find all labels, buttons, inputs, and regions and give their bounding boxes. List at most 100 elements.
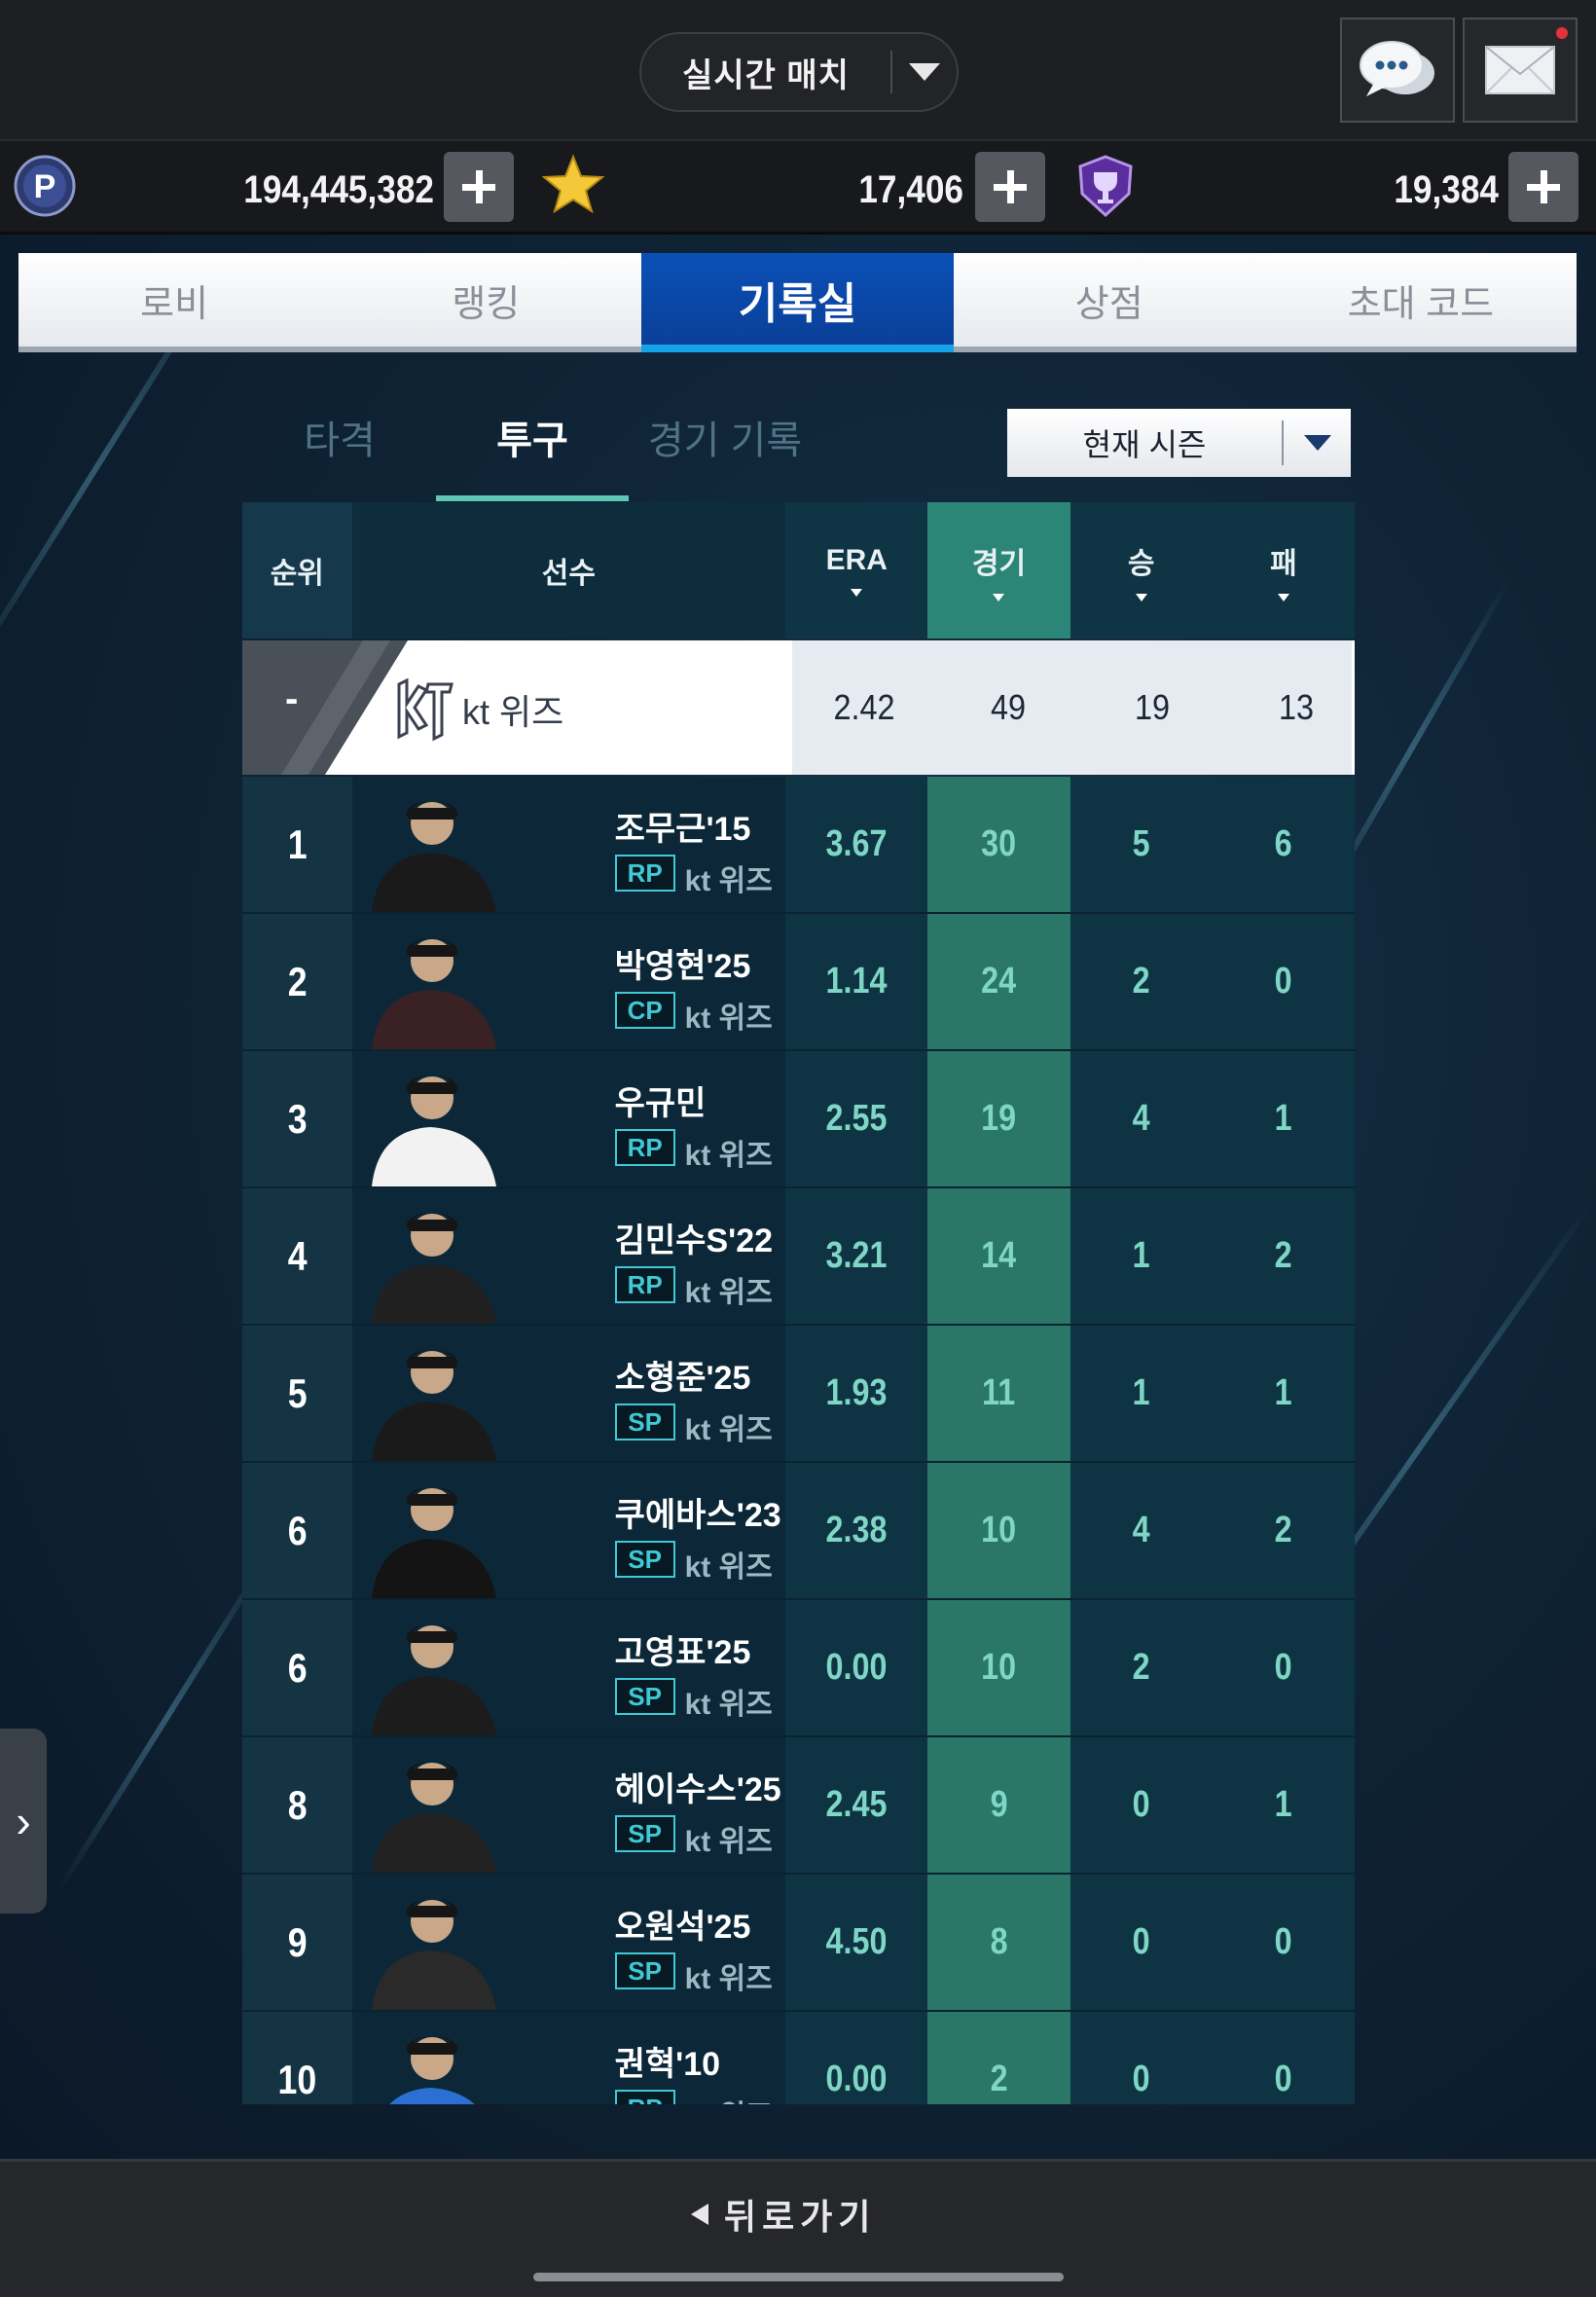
player-portrait xyxy=(351,2012,508,2104)
table-row[interactable]: 4 김민수S'22 RP kt 위즈 3.21 14 1 2 xyxy=(242,1188,1355,1326)
back-arrow-icon xyxy=(691,2204,708,2225)
row-rank: 2 xyxy=(242,914,352,1049)
trophy-amount: 19,384 xyxy=(1394,168,1499,211)
match-mode-dropdown[interactable]: 실시간 매치 xyxy=(639,32,959,112)
table-row[interactable]: 1 조무근'15 RP kt 위즈 3.67 30 5 6 xyxy=(242,777,1355,914)
tab-shop[interactable]: 상점 xyxy=(954,253,1265,346)
team-name: kt 위즈 xyxy=(462,692,564,732)
position-badge: SP xyxy=(614,1678,675,1715)
tab-ranking[interactable]: 랭킹 xyxy=(330,253,641,346)
row-wins: 2 xyxy=(1070,1600,1213,1735)
add-trophy-button[interactable] xyxy=(1508,152,1578,222)
player-portrait xyxy=(351,914,508,1049)
tab-invite-code[interactable]: 초대 코드 xyxy=(1265,253,1577,346)
row-games: 2 xyxy=(927,2012,1070,2104)
row-era: 2.55 xyxy=(785,1051,928,1186)
subtab-pitching[interactable]: 투구 xyxy=(436,404,629,501)
row-wins: 0 xyxy=(1070,1737,1213,1873)
add-p-coin-button[interactable] xyxy=(444,152,514,222)
currency-bar: P 194,445,382 17,406 19,384 xyxy=(0,141,1596,235)
team-losses: 13 xyxy=(1278,687,1315,727)
chat-button[interactable] xyxy=(1340,18,1455,123)
row-games: 19 xyxy=(927,1051,1070,1186)
player-portrait xyxy=(351,1875,508,2010)
row-losses: 0 xyxy=(1212,2012,1355,2104)
table-header: 순위 선수 ERA 경기 승 패 xyxy=(242,502,1355,638)
player-portrait xyxy=(351,1051,508,1186)
column-losses-sort[interactable]: 패 xyxy=(1212,502,1355,638)
table-row[interactable]: 9 오원석'25 SP kt 위즈 4.50 8 0 0 xyxy=(242,1875,1355,2012)
table-row[interactable]: 6 고영표'25 SP kt 위즈 0.00 10 2 0 xyxy=(242,1600,1355,1737)
player-team: kt 위즈 xyxy=(684,1689,773,1721)
row-wins: 4 xyxy=(1070,1463,1213,1598)
chevron-right-icon: › xyxy=(16,1796,31,1846)
row-losses: 1 xyxy=(1212,1737,1355,1873)
row-era: 2.45 xyxy=(785,1737,928,1873)
tab-records[interactable]: 기록실 xyxy=(641,253,954,352)
position-badge: SP xyxy=(614,1952,675,1989)
player-portrait xyxy=(351,777,508,912)
subtab-game-records[interactable]: 경기 기록 xyxy=(629,404,821,501)
sub-tab-bar: 타격 투구 경기 기록 xyxy=(243,404,821,501)
position-badge: RP xyxy=(614,855,675,892)
table-row[interactable]: 8 헤이수스'25 SP kt 위즈 2.45 9 0 1 xyxy=(242,1737,1355,1875)
row-player: 오원석'25 SP kt 위즈 xyxy=(351,1875,786,2010)
subtab-batting[interactable]: 타격 xyxy=(243,404,436,501)
sort-arrow-icon xyxy=(1135,594,1147,602)
row-wins: 1 xyxy=(1070,1326,1213,1461)
pitching-records-table: 순위 선수 ERA 경기 승 패 - kt 위즈 2.42 49 19 13 1… xyxy=(242,502,1355,2104)
season-dropdown[interactable]: 현재 시즌 xyxy=(1007,409,1351,477)
tab-lobby[interactable]: 로비 xyxy=(18,253,330,346)
row-games: 11 xyxy=(927,1326,1070,1461)
team-era: 2.42 xyxy=(833,687,895,727)
player-name: 헤이수스'25 xyxy=(614,1771,781,1808)
position-badge: RP xyxy=(614,1129,675,1166)
table-row[interactable]: 5 소형준'25 SP kt 위즈 1.93 11 1 1 xyxy=(242,1326,1355,1463)
player-portrait xyxy=(351,1326,508,1461)
row-losses: 0 xyxy=(1212,1600,1355,1735)
row-losses: 2 xyxy=(1212,1188,1355,1324)
team-wins: 19 xyxy=(1134,687,1171,727)
svg-text:P: P xyxy=(34,168,56,205)
notification-dot xyxy=(1556,27,1568,39)
column-era-sort[interactable]: ERA xyxy=(785,502,928,638)
player-portrait xyxy=(351,1600,508,1735)
back-label: 뒤로가기 xyxy=(724,2197,877,2237)
row-games: 8 xyxy=(927,1875,1070,2010)
column-games-sort[interactable]: 경기 xyxy=(927,502,1070,638)
row-rank: 8 xyxy=(242,1737,352,1873)
team-games: 49 xyxy=(990,687,1027,727)
star-icon xyxy=(542,154,604,214)
match-mode-label: 실시간 매치 xyxy=(682,56,850,94)
row-wins: 5 xyxy=(1070,777,1213,912)
player-name: 우규민 xyxy=(614,1085,707,1122)
row-wins: 2 xyxy=(1070,914,1213,1049)
row-wins: 1 xyxy=(1070,1188,1213,1324)
row-player: 조무근'15 RP kt 위즈 xyxy=(351,777,786,912)
row-era: 0.00 xyxy=(785,2012,928,2104)
side-panel-toggle[interactable]: › xyxy=(0,1729,47,1914)
mail-button[interactable] xyxy=(1463,18,1578,123)
column-wins-sort[interactable]: 승 xyxy=(1070,502,1213,638)
row-games: 10 xyxy=(927,1463,1070,1598)
row-era: 3.21 xyxy=(785,1188,928,1324)
position-badge: CP xyxy=(614,992,675,1029)
p-coin-icon: P xyxy=(14,155,76,217)
table-row[interactable]: 6 쿠에바스'23 SP kt 위즈 2.38 10 4 2 xyxy=(242,1463,1355,1600)
add-star-button[interactable] xyxy=(975,152,1045,222)
row-games: 10 xyxy=(927,1600,1070,1735)
row-games: 30 xyxy=(927,777,1070,912)
table-row[interactable]: 2 박영현'25 CP kt 위즈 1.14 24 2 0 xyxy=(242,914,1355,1051)
row-player: 소형준'25 SP kt 위즈 xyxy=(351,1326,786,1461)
row-era: 1.93 xyxy=(785,1326,928,1461)
player-team: kt 위즈 xyxy=(684,1826,773,1858)
back-button[interactable]: 뒤로가기 xyxy=(691,2189,876,2240)
table-row[interactable]: 3 우규민 RP kt 위즈 2.55 19 4 1 xyxy=(242,1051,1355,1188)
table-row[interactable]: 10권혁'10RPkt 위즈0.00200 xyxy=(242,2012,1355,2104)
row-games: 24 xyxy=(927,914,1070,1049)
home-indicator xyxy=(533,2273,1064,2281)
player-team: kt 위즈 xyxy=(684,1003,773,1035)
kt-wiz-logo-icon xyxy=(397,677,453,742)
row-losses: 2 xyxy=(1212,1463,1355,1598)
player-name: 고영표'25 xyxy=(614,1634,751,1671)
